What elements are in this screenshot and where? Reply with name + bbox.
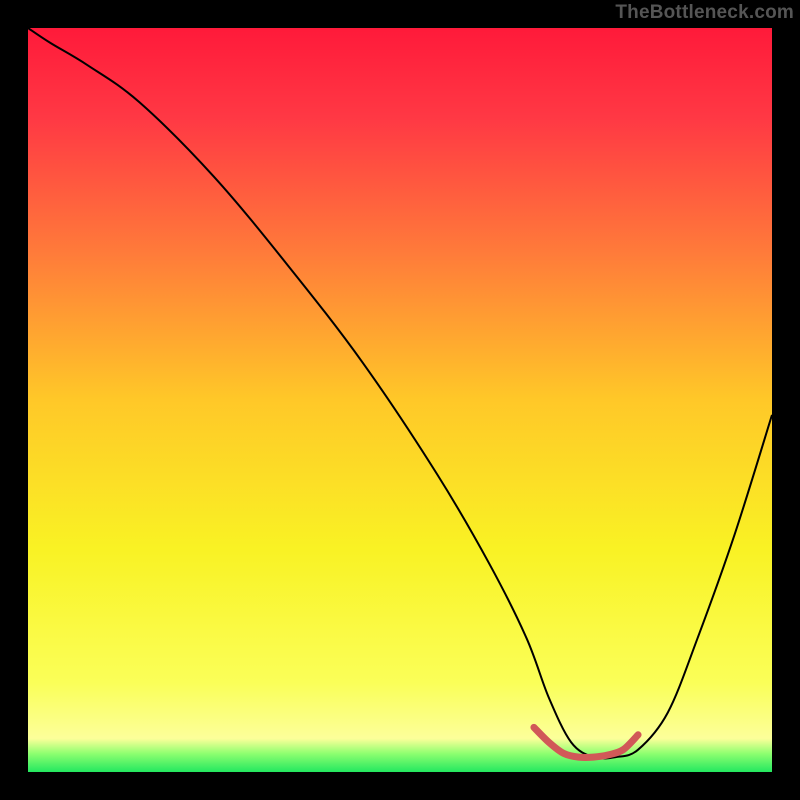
chart-plot-area (28, 28, 772, 772)
chart-background (28, 28, 772, 772)
chart-svg (28, 28, 772, 772)
watermark-text: TheBottleneck.com (615, 2, 794, 24)
